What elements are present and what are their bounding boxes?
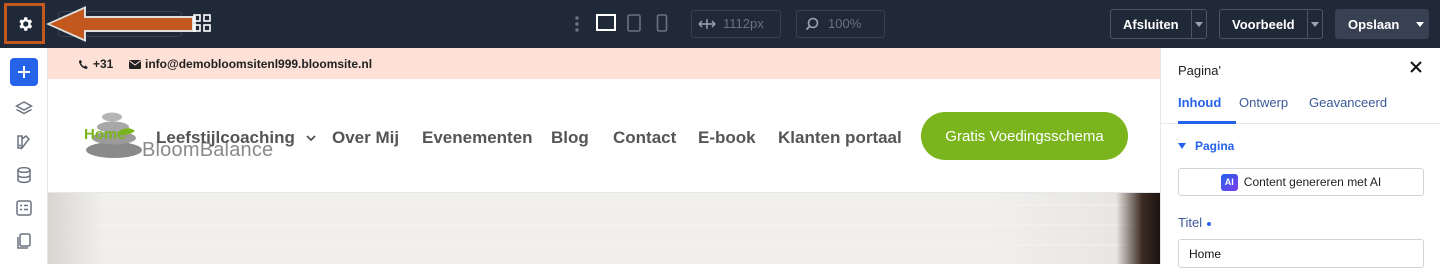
canvas-width-value: 1112px — [723, 16, 764, 31]
panel-title: Pagina' — [1178, 63, 1221, 78]
save-button[interactable]: Opslaan — [1335, 9, 1429, 39]
caret-down-icon — [1415, 21, 1424, 27]
caret-down-icon — [1178, 143, 1186, 149]
email-text: info@demobloomsitenl999.bloomsite.nl — [145, 57, 373, 71]
title-field-label: Titel — [1178, 215, 1212, 230]
tab-inhoud[interactable]: Inhoud — [1178, 95, 1221, 110]
nav-home[interactable]: Home — [84, 126, 126, 143]
grid-icon[interactable] — [193, 14, 211, 32]
gear-icon — [18, 16, 32, 31]
panel-tabs: Inhoud Ontwerp Geavanceerd — [1161, 94, 1440, 124]
layers-icon[interactable] — [15, 100, 33, 118]
phone-icon — [79, 59, 88, 69]
add-element-button[interactable] — [10, 58, 38, 86]
phone-item[interactable]: +31 — [78, 57, 113, 71]
hero-image — [48, 193, 1160, 264]
chevron-down-icon — [305, 135, 316, 142]
save-dropdown[interactable] — [1411, 10, 1428, 38]
exit-dropdown[interactable] — [1190, 10, 1206, 38]
zoom-field[interactable]: 100% — [796, 10, 885, 38]
nav-evenementen[interactable]: Evenementen — [422, 128, 533, 148]
nav-e-book[interactable]: E-book — [698, 128, 756, 148]
nav-leefstijlcoaching-label: Leefstijlcoaching — [156, 128, 295, 147]
hero-portrait-edge — [1116, 193, 1160, 264]
properties-panel: Pagina' Inhoud Ontwerp Geavanceerd Pagin… — [1160, 48, 1440, 268]
zoom-value: 100% — [828, 16, 862, 31]
site-canvas: +31 info@demobloomsitenl999.bloomsite.nl… — [48, 48, 1160, 264]
nav-over-mij[interactable]: Over Mij — [332, 128, 399, 148]
plus-icon — [18, 66, 30, 78]
exit-label: Afsluiten — [1123, 16, 1179, 32]
nav-blog[interactable]: Blog — [551, 128, 589, 148]
site-header: Home BloomBalance Leefstijlcoaching Over… — [48, 79, 1160, 193]
phone-text: +31 — [93, 57, 114, 71]
hero-overlay — [48, 193, 1160, 264]
forms-icon[interactable] — [15, 199, 33, 217]
section-toggle[interactable]: Pagina — [1178, 139, 1234, 153]
section-label: Pagina — [1195, 139, 1235, 153]
nav-klanten-portaal[interactable]: Klanten portaal — [778, 128, 902, 148]
preview-button[interactable]: Voorbeeld — [1219, 9, 1323, 39]
info-bar: +31 info@demobloomsitenl999.bloomsite.nl — [48, 48, 1160, 79]
database-icon[interactable] — [15, 166, 33, 184]
ai-icon: AI — [1220, 173, 1238, 191]
save-label: Opslaan — [1348, 16, 1400, 32]
mobile-view-icon[interactable] — [656, 14, 668, 32]
desktop-view-icon[interactable] — [596, 14, 616, 32]
cta-button[interactable]: Gratis Voedingsschema — [921, 112, 1128, 160]
settings-button[interactable] — [4, 3, 45, 44]
pages-icon[interactable] — [15, 232, 33, 250]
search-icon — [805, 17, 819, 31]
close-icon[interactable] — [1409, 60, 1423, 74]
generate-ai-button[interactable]: AI Content genereren met AI — [1178, 168, 1424, 196]
nav-leefstijlcoaching[interactable]: Leefstijlcoaching — [156, 128, 316, 148]
caret-down-icon — [1310, 21, 1319, 27]
caret-down-icon — [1194, 21, 1203, 27]
tab-geavanceerd[interactable]: Geavanceerd — [1309, 95, 1387, 110]
annotation-arrow-icon — [46, 6, 196, 42]
required-dot — [1207, 221, 1212, 226]
palette-icon[interactable] — [15, 133, 33, 151]
tablet-view-icon[interactable] — [627, 14, 641, 32]
envelope-icon — [129, 59, 141, 69]
exit-button[interactable]: Afsluiten — [1110, 9, 1207, 39]
nav-contact[interactable]: Contact — [613, 128, 676, 148]
canvas-width-field[interactable]: 1112px — [691, 10, 781, 38]
title-field-label-text: Titel — [1178, 215, 1203, 230]
active-tab-indicator — [1178, 121, 1236, 124]
drag-handle-icon[interactable] — [574, 15, 580, 33]
preview-label: Voorbeeld — [1232, 16, 1295, 32]
preview-dropdown[interactable] — [1306, 10, 1322, 38]
email-item[interactable]: info@demobloomsitenl999.bloomsite.nl — [129, 57, 372, 71]
generate-ai-label: Content genereren met AI — [1243, 175, 1382, 189]
tab-ontwerp[interactable]: Ontwerp — [1239, 95, 1288, 110]
editor-toolbar: Pagina 1112px 100% — [0, 0, 1440, 48]
width-arrows-icon — [698, 19, 716, 29]
